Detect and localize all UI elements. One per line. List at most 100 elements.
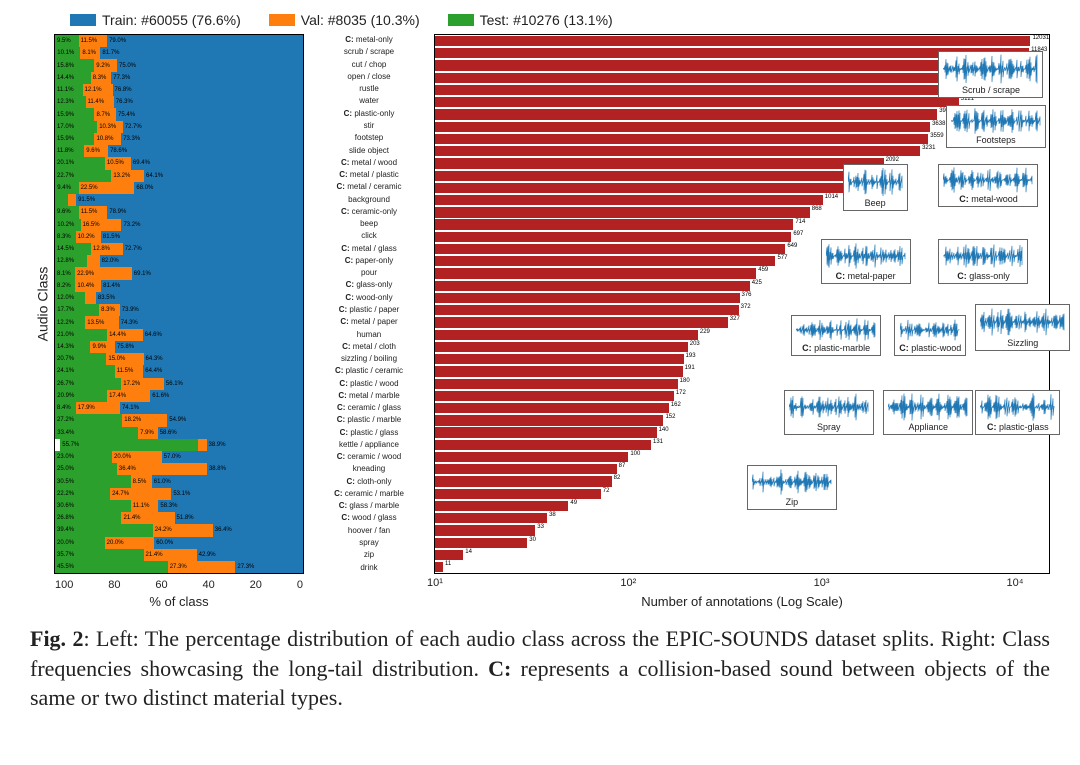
- segment-test: 17.0%: [55, 121, 97, 133]
- segment-val: 10.5%: [105, 157, 131, 169]
- split-bar-row: 75.0%9.2%15.8%: [55, 59, 303, 71]
- swatch-test: [448, 14, 474, 26]
- segment-test: 17.7%: [55, 304, 99, 316]
- segment-test: 8.4%: [55, 402, 76, 414]
- segment-test: 35.7%: [55, 549, 144, 561]
- class-label: C: metal / plastic: [304, 169, 434, 181]
- segment-test: [55, 194, 68, 206]
- split-bar-row: 78.9%11.5%9.6%: [55, 206, 303, 218]
- segment-val: 11.4%: [86, 96, 114, 108]
- segment-train: 74.1%: [120, 402, 303, 414]
- segment-val: 8.5%: [131, 475, 152, 487]
- segment-val: [85, 292, 96, 304]
- split-bar-row: 81.5%10.2%8.3%: [55, 231, 303, 243]
- segment-test: 14.4%: [55, 72, 91, 84]
- segment-val: [198, 439, 206, 451]
- split-bar-row: 81.4%10.4%8.2%: [55, 280, 303, 292]
- count-bar-row: 5121: [435, 96, 1049, 108]
- class-label: C: metal / wood: [304, 157, 434, 169]
- split-bar-row: 69.1%22.9%8.1%: [55, 267, 303, 279]
- segment-test: 20.0%: [55, 537, 105, 549]
- split-bar-row: 42.9%21.4%35.7%: [55, 549, 303, 561]
- segment-test: 22.7%: [55, 170, 111, 182]
- segment-test: 20.1%: [55, 157, 105, 169]
- segment-train: 61.0%: [152, 475, 303, 487]
- class-label: C: plastic / paper: [304, 304, 434, 316]
- class-label: C: ceramic-only: [304, 206, 434, 218]
- segment-test: 9.6%: [55, 206, 79, 218]
- left-x-ticks: 100806040200: [55, 579, 303, 591]
- class-label: pour: [304, 267, 434, 279]
- split-bar-row: 54.9%18.2%27.2%: [55, 414, 303, 426]
- split-bar-row: 78.6%9.6%11.8%: [55, 145, 303, 157]
- segment-val: 22.5%: [79, 182, 135, 194]
- class-label: spray: [304, 537, 434, 549]
- segment-train: 81.7%: [100, 47, 303, 59]
- segment-test: 21.0%: [55, 329, 107, 341]
- split-bar-row: 76.3%11.4%12.3%: [55, 96, 303, 108]
- split-bar-row: 83.5%12.0%: [55, 292, 303, 304]
- legend-label-test: Test: #10276 (13.1%): [480, 12, 613, 28]
- split-bar-row: 82.0%12.8%: [55, 255, 303, 267]
- segment-val: 12.8%: [91, 243, 123, 255]
- swatch-train: [70, 14, 96, 26]
- segment-train: 27.3%: [235, 561, 303, 573]
- split-bar-row: 73.3%10.8%15.9%: [55, 133, 303, 145]
- segment-val: 10.2%: [76, 231, 101, 243]
- count-bar-row: 180: [435, 378, 1049, 390]
- count-bar-row: 162: [435, 402, 1049, 414]
- right-x-label: Number of annotations (Log Scale): [435, 594, 1049, 609]
- class-label: C: plastic / wood: [304, 377, 434, 389]
- class-label: C: metal-only: [304, 34, 434, 46]
- class-label: C: metal / glass: [304, 243, 434, 255]
- class-label: C: ceramic / marble: [304, 488, 434, 500]
- segment-val: 10.4%: [75, 280, 101, 292]
- segment-train: 69.1%: [132, 267, 303, 279]
- class-label: rustle: [304, 83, 434, 95]
- count-bar-row: 172: [435, 390, 1049, 402]
- segment-test: 23.0%: [55, 451, 112, 463]
- segment-val: [87, 255, 100, 267]
- count-bar-row: 714: [435, 219, 1049, 231]
- split-bar-row: 64.1%13.2%22.7%: [55, 170, 303, 182]
- class-label: C: ceramic / glass: [304, 402, 434, 414]
- segment-test: 11.8%: [55, 145, 84, 157]
- count-bar-row: 193: [435, 353, 1049, 365]
- count-bar-row: 14: [435, 549, 1049, 561]
- class-label: C: metal / cloth: [304, 341, 434, 353]
- segment-test: 10.2%: [55, 219, 80, 231]
- count-bar-row: 3638: [435, 121, 1049, 133]
- segment-train: 75.8%: [115, 341, 303, 353]
- class-label: footstep: [304, 132, 434, 144]
- segment-train: 61.6%: [150, 390, 303, 402]
- split-bar-row: 72.7%12.8%14.5%: [55, 243, 303, 255]
- class-label: C: metal / ceramic: [304, 181, 434, 193]
- split-bar-row: 61.0%8.5%30.5%: [55, 475, 303, 487]
- count-bar-row: 6332: [435, 72, 1049, 84]
- count-bar-row: 30: [435, 537, 1049, 549]
- segment-test: 9.5%: [55, 35, 79, 47]
- count-bar-row: 49: [435, 500, 1049, 512]
- segment-val: 21.4%: [121, 512, 174, 524]
- segment-test: 26.8%: [55, 512, 121, 524]
- count-bar-row: 11843: [435, 47, 1049, 59]
- segment-test: 12.8%: [55, 255, 87, 267]
- segment-train: 75.0%: [117, 59, 303, 71]
- segment-train: 72.7%: [123, 243, 303, 255]
- split-bar-row: 75.8%9.9%14.3%: [55, 341, 303, 353]
- class-label: C: glass / marble: [304, 500, 434, 512]
- split-bar-row: 64.4%11.5%24.1%: [55, 365, 303, 377]
- segment-val: 17.2%: [121, 378, 164, 390]
- count-bar-row: 425: [435, 280, 1049, 292]
- segment-test: 8.2%: [55, 280, 75, 292]
- class-label: cut / chop: [304, 59, 434, 71]
- segment-train: 56.1%: [164, 378, 303, 390]
- segment-val: 11.5%: [79, 35, 108, 47]
- count-bar-row: 376: [435, 292, 1049, 304]
- segment-train: 64.3%: [144, 353, 303, 365]
- segment-train: 64.1%: [144, 170, 303, 182]
- count-bar-row: 3961: [435, 108, 1049, 120]
- segment-train: 57.0%: [162, 451, 303, 463]
- count-bar-row: 152: [435, 414, 1049, 426]
- split-bar-row: 58.3%11.1%30.6%: [55, 500, 303, 512]
